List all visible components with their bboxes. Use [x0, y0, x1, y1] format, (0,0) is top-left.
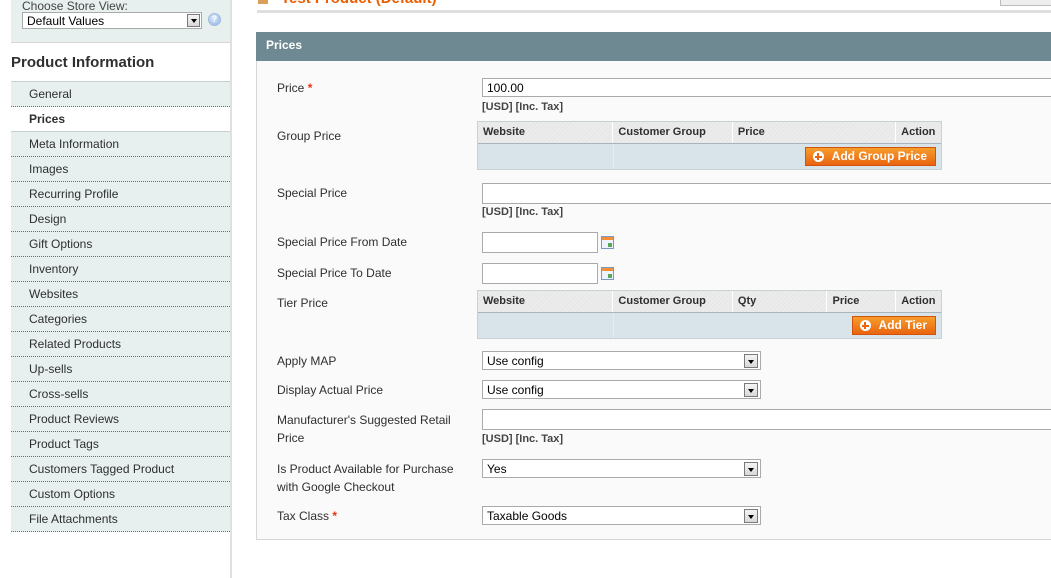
tab-product-tags[interactable]: Product Tags [11, 432, 230, 457]
msrp-label: Manufacturer's Suggested Retail Price [277, 413, 451, 445]
tier-price-grid: Website Customer Group Qty Price Action … [477, 290, 942, 339]
column-header: Website [478, 291, 614, 312]
column-header: Customer Group [613, 122, 733, 143]
header-divider [257, 10, 1051, 13]
column-header: Price [827, 291, 897, 312]
tier-price-body: Add Tier [478, 313, 941, 338]
required-marker: * [307, 81, 313, 95]
google-checkout-select[interactable]: Yes [482, 459, 761, 478]
tab-general[interactable]: General [11, 82, 230, 107]
page-title: Test Product (Default) [257, 0, 437, 7]
apply-map-label: Apply MAP [277, 354, 337, 368]
chevron-down-icon[interactable] [744, 462, 758, 476]
sidebar-title: Product Information [11, 54, 155, 71]
plus-circle-icon [859, 320, 871, 331]
add-group-price-button[interactable]: Add Group Price [804, 147, 936, 166]
msrp-currency-note: [USD] [Inc. Tax] [482, 433, 564, 445]
tax-class-value: Taxable Goods [487, 509, 568, 523]
calendar-icon[interactable] [601, 267, 614, 280]
price-label: Price * [277, 81, 313, 95]
tab-related-products[interactable]: Related Products [11, 332, 230, 357]
price-input[interactable] [482, 78, 1051, 97]
price-currency-note: [USD] [Inc. Tax] [482, 101, 564, 113]
special-price-label: Special Price [277, 186, 348, 200]
special-price-input[interactable] [482, 183, 1051, 204]
section-title: Prices [266, 38, 303, 52]
tab-file-attachments[interactable]: File Attachments [11, 507, 230, 532]
display-actual-price-value: Use config [487, 383, 544, 397]
store-view-select[interactable]: Default Values [22, 12, 202, 29]
calendar-icon[interactable] [601, 236, 614, 249]
product-tabs: General Prices Meta Information Images R… [11, 81, 231, 532]
special-from-label: Special Price From Date [277, 235, 408, 249]
group-price-body: Add Group Price [478, 144, 941, 169]
header-action-button[interactable] [1000, 0, 1051, 6]
tier-price-header: Website Customer Group Qty Price Action [478, 291, 941, 313]
group-price-label: Group Price [277, 129, 342, 143]
special-to-label: Special Price To Date [277, 266, 392, 280]
section-header: Prices [256, 32, 1051, 61]
tab-design[interactable]: Design [11, 207, 230, 232]
display-actual-price-select[interactable]: Use config [482, 380, 761, 399]
required-marker: * [332, 509, 338, 523]
column-header: Action [901, 295, 936, 307]
tab-gift-options[interactable]: Gift Options [11, 232, 230, 257]
tier-price-label: Tier Price [277, 296, 328, 310]
store-switcher: Choose Store View: Default Values ? [11, 0, 231, 43]
group-price-grid: Website Customer Group Price Action Add … [477, 121, 942, 170]
tab-prices[interactable]: Prices [11, 107, 230, 132]
sidebar-divider [230, 0, 232, 578]
google-checkout-label: Is Product Available for Purchase with Go… [277, 462, 454, 494]
special-price-currency-note: [USD] [Inc. Tax] [482, 206, 564, 218]
tab-custom-options[interactable]: Custom Options [11, 482, 230, 507]
google-checkout-value: Yes [487, 462, 507, 476]
display-actual-price-label: Display Actual Price [277, 383, 384, 397]
column-header: Price [733, 122, 897, 143]
tab-up-sells[interactable]: Up-sells [11, 357, 230, 382]
tab-customers-tagged-product[interactable]: Customers Tagged Product [11, 457, 230, 482]
store-view-value: Default Values [27, 14, 105, 28]
tab-product-reviews[interactable]: Product Reviews [11, 407, 230, 432]
msrp-input[interactable] [482, 409, 1051, 430]
tab-cross-sells[interactable]: Cross-sells [11, 382, 230, 407]
chevron-down-icon[interactable] [744, 509, 758, 523]
chevron-down-icon[interactable] [187, 14, 200, 27]
tax-class-select[interactable]: Taxable Goods [482, 506, 761, 525]
special-from-date-input[interactable] [482, 232, 598, 253]
column-header: Website [478, 122, 614, 143]
column-header: Qty [733, 291, 828, 312]
tab-categories[interactable]: Categories [11, 307, 230, 332]
chevron-down-icon[interactable] [744, 354, 758, 368]
tab-inventory[interactable]: Inventory [11, 257, 230, 282]
tab-meta-information[interactable]: Meta Information [11, 132, 230, 157]
help-icon[interactable]: ? [208, 13, 221, 26]
column-header: Action [901, 126, 936, 138]
group-price-header: Website Customer Group Price Action [478, 122, 941, 144]
special-to-date-input[interactable] [482, 263, 598, 284]
column-header: Customer Group [613, 291, 733, 312]
apply-map-select[interactable]: Use config [482, 351, 761, 370]
chevron-down-icon[interactable] [744, 383, 758, 397]
apply-map-value: Use config [487, 354, 544, 368]
plus-circle-icon [812, 151, 824, 162]
add-tier-button[interactable]: Add Tier [851, 316, 936, 335]
tab-recurring-profile[interactable]: Recurring Profile [11, 182, 230, 207]
tab-images[interactable]: Images [11, 157, 230, 182]
tax-class-label: Tax Class * [277, 509, 338, 523]
tab-websites[interactable]: Websites [11, 282, 230, 307]
